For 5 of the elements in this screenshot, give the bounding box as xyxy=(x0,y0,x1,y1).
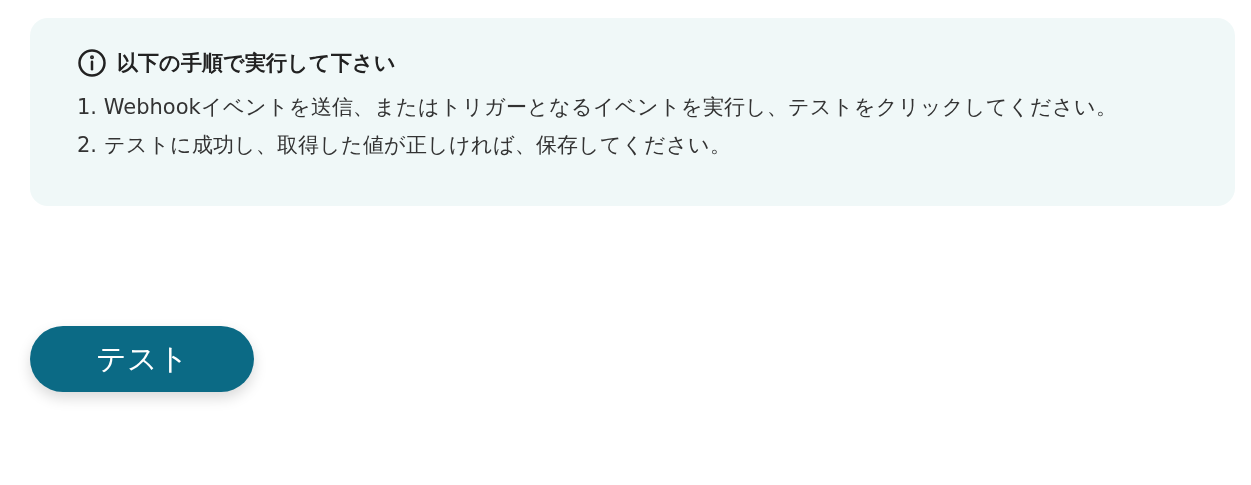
step-text: 2. テストに成功し、取得した値が正しければ、保存してください。 xyxy=(77,132,732,159)
notice-title: 以下の手順で実行して下さい xyxy=(117,50,396,77)
step-text: 1. Webhookイベントを送信、またはトリガーとなるイベントを実行し、テストをクリックしてください。 xyxy=(77,94,1118,121)
info-icon xyxy=(77,48,107,78)
test-button[interactable]: テスト xyxy=(30,326,254,392)
